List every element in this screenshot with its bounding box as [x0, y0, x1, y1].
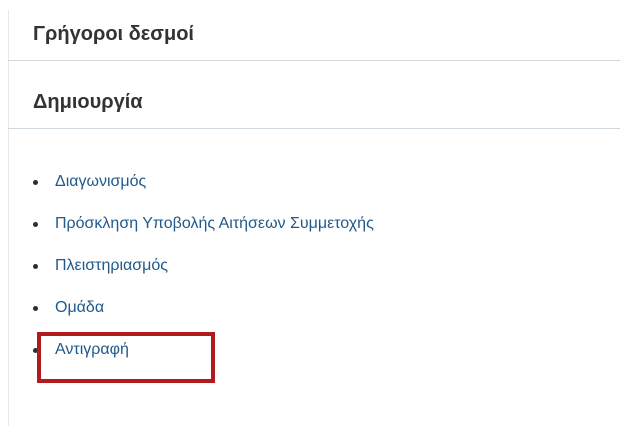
create-link-item-invitation: Πρόσκληση Υποβολής Αιτήσεων Συμμετοχής	[33, 214, 374, 256]
auction-link[interactable]: Πλειστηριασμός	[55, 256, 168, 276]
bullet-icon	[33, 180, 38, 185]
participation-invitation-link[interactable]: Πρόσκληση Υποβολής Αιτήσεων Συμμετοχής	[55, 214, 374, 234]
create-link-item-copy: Αντιγραφή	[33, 340, 374, 382]
bullet-icon	[33, 306, 38, 311]
create-link-item-competition: Διαγωνισμός	[33, 172, 374, 214]
bullet-icon	[33, 222, 38, 227]
create-section-header: Δημιουργία	[8, 78, 620, 129]
create-section-title: Δημιουργία	[33, 91, 143, 113]
quick-links-title: Γρήγοροι δεσμοί	[33, 23, 194, 45]
create-links-list: Διαγωνισμός Πρόσκληση Υποβολής Αιτήσεων …	[33, 172, 374, 382]
create-link-item-auction: Πλειστηριασμός	[33, 256, 374, 298]
quick-links-header: Γρήγοροι δεσμοί	[8, 10, 620, 61]
bullet-icon	[33, 348, 38, 353]
panel-left-border	[8, 10, 9, 426]
bullet-icon	[33, 264, 38, 269]
quick-links-panel: Γρήγοροι δεσμοί Δημιουργία Διαγωνισμός Π…	[0, 0, 620, 426]
group-link[interactable]: Ομάδα	[55, 298, 104, 318]
competition-link[interactable]: Διαγωνισμός	[55, 172, 146, 192]
copy-link[interactable]: Αντιγραφή	[55, 340, 129, 360]
create-link-item-group: Ομάδα	[33, 298, 374, 340]
